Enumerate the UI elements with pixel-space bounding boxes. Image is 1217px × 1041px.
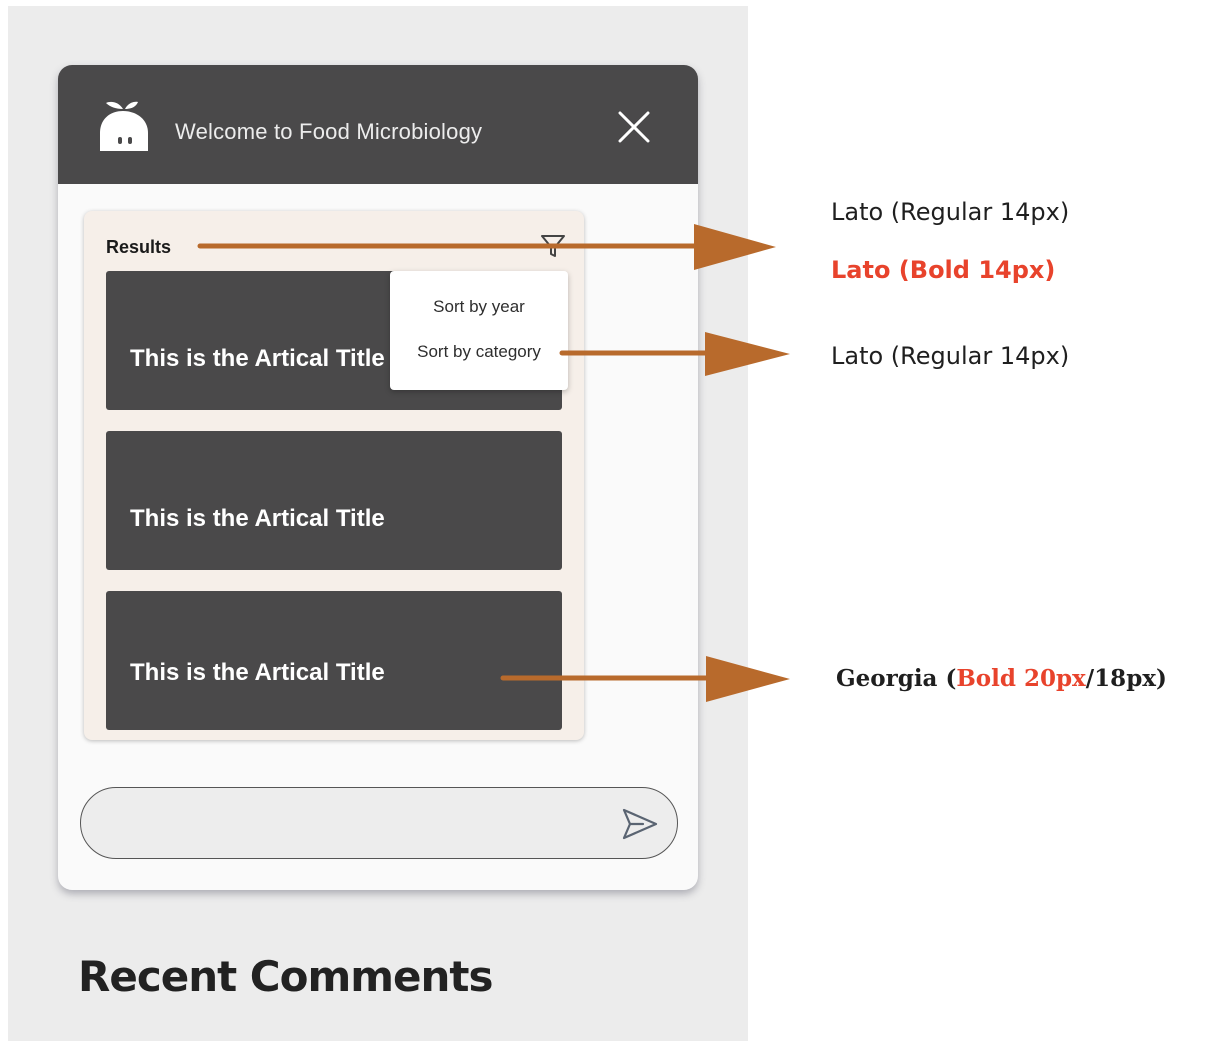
sort-by-year-option[interactable]: Sort by year [390, 297, 568, 317]
annotation-results-bold: Lato (Bold 14px) [831, 256, 1056, 284]
close-icon[interactable] [614, 107, 654, 147]
annotation-title-suffix: /18px) [1085, 665, 1167, 692]
widget-header: Welcome to Food Microbiology [58, 65, 698, 184]
chat-input-container [80, 787, 678, 859]
annotation-title-font: Georgia (Bold 20px/18px) [836, 665, 1167, 692]
send-icon[interactable] [621, 806, 659, 842]
article-title: This is the Artical Title [130, 505, 385, 532]
annotation-results-regular: Lato (Regular 14px) [831, 198, 1070, 226]
results-label: Results [106, 237, 172, 257]
sort-by-category-option[interactable]: Sort by category [390, 342, 568, 362]
recent-comments-heading: Recent Comments [78, 952, 493, 1001]
chat-widget: Welcome to Food Microbiology Results Thi… [58, 65, 698, 890]
annotation-title-prefix: Georgia ( [836, 665, 957, 692]
chat-input[interactable] [105, 804, 605, 842]
article-card[interactable]: This is the Artical Title [106, 591, 562, 730]
food-mascot-icon [100, 101, 148, 151]
annotation-sort-font: Lato (Regular 14px) [831, 342, 1070, 370]
article-title: This is the Artical Title [130, 345, 385, 372]
filter-icon[interactable] [540, 232, 566, 260]
sort-dropdown-menu: Sort by year Sort by category [390, 271, 568, 390]
article-title: This is the Artical Title [130, 659, 385, 686]
article-card[interactable]: This is the Artical Title [106, 431, 562, 570]
annotation-title-highlight: Bold 20px [956, 665, 1086, 692]
widget-title: Welcome to Food Microbiology [175, 119, 483, 144]
